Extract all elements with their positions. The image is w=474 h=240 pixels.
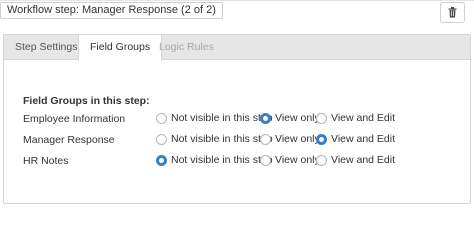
workflow-step-panel: Workflow step: Manager Response (2 of 2)…	[0, 0, 474, 205]
trash-icon	[448, 7, 457, 18]
tab-bar: Step Settings Field Groups Logic Rules	[4, 35, 470, 61]
radio-checked-icon	[316, 133, 327, 145]
delete-step-button[interactable]	[440, 2, 465, 23]
hr-notes-view-only-radio[interactable]: View only	[260, 154, 320, 166]
employee-information-not-visible-radio[interactable]: Not visible in this step	[156, 112, 273, 124]
manager-response-view-only-radio[interactable]: View only	[260, 133, 320, 145]
radio-checked-icon	[260, 112, 271, 124]
radio-unchecked-icon	[156, 133, 167, 145]
employee-information-view-only-radio[interactable]: View only	[260, 112, 320, 124]
row-label-manager-response: Manager Response	[23, 134, 115, 146]
field-groups-heading: Field Groups in this step:	[23, 95, 150, 107]
employee-information-view-edit-radio[interactable]: View and Edit	[316, 112, 395, 124]
radio-unchecked-icon	[316, 154, 327, 166]
radio-unchecked-icon	[156, 112, 167, 124]
radio-unchecked-icon	[260, 154, 271, 166]
row-label-hr-notes: HR Notes	[23, 155, 69, 167]
step-title: Workflow step: Manager Response (2 of 2)	[0, 2, 223, 19]
tab-logic-rules: Logic Rules	[159, 41, 214, 53]
radio-checked-icon	[156, 154, 167, 166]
hr-notes-view-edit-radio[interactable]: View and Edit	[316, 154, 395, 166]
radio-unchecked-icon	[260, 133, 271, 145]
hr-notes-not-visible-radio[interactable]: Not visible in this step	[156, 154, 273, 166]
manager-response-not-visible-radio[interactable]: Not visible in this step	[156, 133, 273, 145]
radio-unchecked-icon	[316, 112, 327, 124]
tab-step-settings[interactable]: Step Settings	[4, 35, 88, 60]
row-label-employee-information: Employee Information	[23, 113, 126, 125]
manager-response-view-edit-radio[interactable]: View and Edit	[316, 133, 395, 145]
